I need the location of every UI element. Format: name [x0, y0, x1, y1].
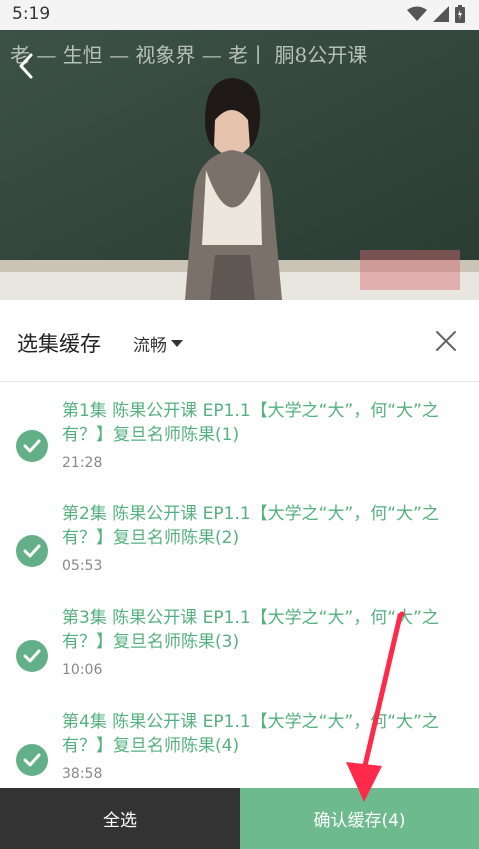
episode-title: 第1集 陈果公开课 EP1.1【大学之“大”，何“大”之有？】复旦名师陈果(1)	[62, 401, 439, 445]
video-player[interactable]: 老 — 生怛 — 视象界 — 老丨 胴8公开课	[0, 30, 479, 300]
check-circle-icon[interactable]	[16, 535, 48, 567]
select-all-button[interactable]: 全选	[0, 788, 240, 849]
episode-item[interactable]: 第4集 陈果公开课 EP1.1【大学之“大”，何“大”之有？】复旦名师陈果(4)…	[0, 707, 479, 788]
episode-duration: 38:58	[62, 766, 103, 782]
episode-title: 第4集 陈果公开课 EP1.1【大学之“大”，何“大”之有？】复旦名师陈果(4)	[62, 712, 439, 756]
blackboard-text: 老 — 生怛 — 视象界 — 老丨 胴8公开课	[10, 43, 367, 67]
video-frame: 老 — 生怛 — 视象界 — 老丨 胴8公开课	[0, 30, 479, 300]
episode-item[interactable]: 第2集 陈果公开课 EP1.1【大学之“大”，何“大”之有？】复旦名师陈果(2)…	[0, 499, 479, 607]
episode-item[interactable]: 第3集 陈果公开课 EP1.1【大学之“大”，何“大”之有？】复旦名师陈果(3)…	[0, 603, 479, 711]
episode-list[interactable]: 第1集 陈果公开课 EP1.1【大学之“大”，何“大”之有？】复旦名师陈果(1)…	[0, 382, 479, 788]
episode-title: 第2集 陈果公开课 EP1.1【大学之“大”，何“大”之有？】复旦名师陈果(2)	[62, 504, 439, 548]
status-time: 5:19	[12, 4, 51, 24]
episode-item[interactable]: 第1集 陈果公开课 EP1.1【大学之“大”，何“大”之有？】复旦名师陈果(1)…	[0, 394, 479, 502]
episode-duration: 10:06	[62, 662, 103, 678]
panel-title: 选集缓存	[17, 332, 101, 356]
signal-icon	[433, 6, 449, 22]
check-circle-icon[interactable]	[16, 640, 48, 672]
quality-label: 流畅	[133, 336, 167, 356]
chevron-left-icon	[19, 53, 33, 79]
episode-duration: 05:53	[62, 558, 103, 574]
cache-panel-header: 选集缓存 流畅	[0, 300, 479, 382]
quality-dropdown[interactable]: 流畅	[133, 331, 183, 356]
check-circle-icon[interactable]	[16, 430, 48, 462]
close-button[interactable]	[430, 325, 462, 357]
battery-icon	[455, 5, 465, 23]
confirm-cache-button[interactable]: 确认缓存(4)	[240, 788, 479, 849]
caret-down-icon	[171, 339, 183, 347]
status-icons	[407, 5, 465, 23]
wifi-icon	[407, 6, 427, 21]
bottom-action-bar: 全选 确认缓存(4)	[0, 788, 479, 849]
close-icon	[436, 331, 456, 351]
back-button[interactable]	[8, 48, 44, 84]
status-bar: 5:19	[0, 0, 479, 30]
check-circle-icon[interactable]	[16, 744, 48, 776]
episode-title: 第3集 陈果公开课 EP1.1【大学之“大”，何“大”之有？】复旦名师陈果(3)	[62, 608, 439, 652]
episode-duration: 21:28	[62, 455, 103, 471]
